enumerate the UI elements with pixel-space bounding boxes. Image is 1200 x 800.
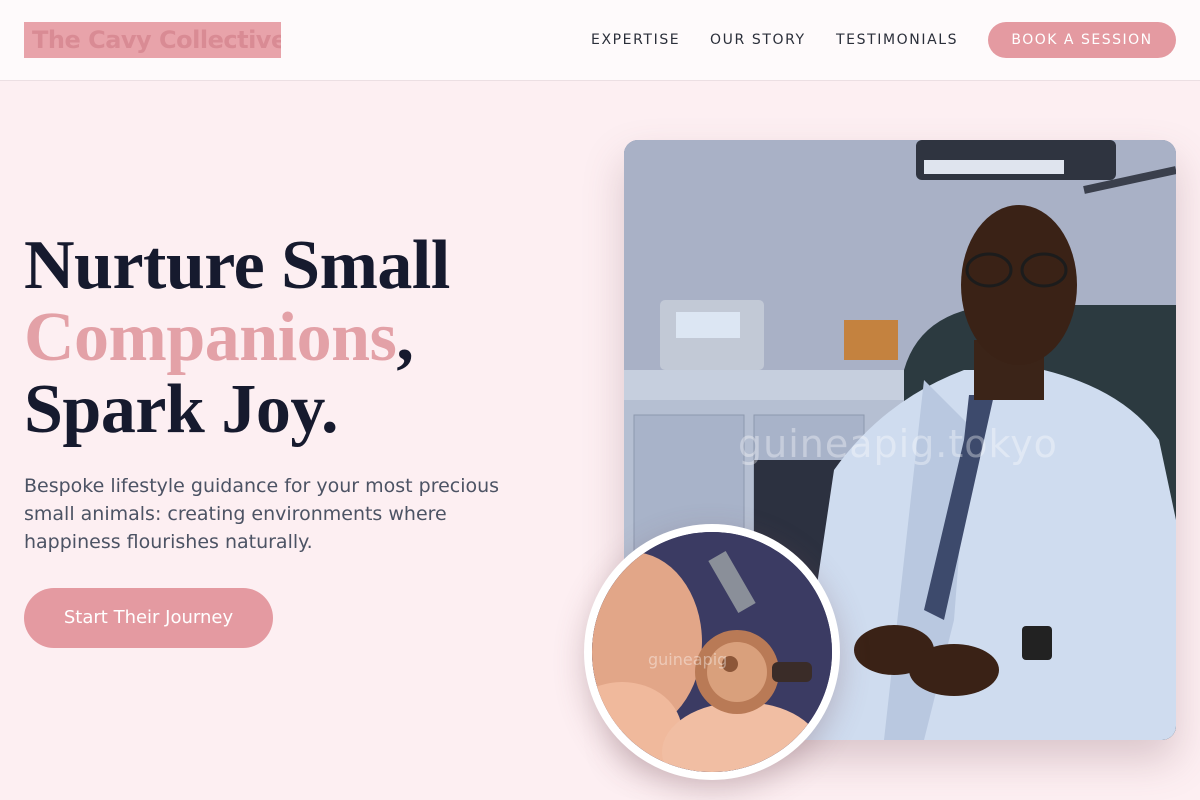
watch-inset-image: guineapig bbox=[592, 532, 832, 772]
nav-link-our-story[interactable]: OUR STORY bbox=[710, 31, 806, 49]
brand-logo[interactable]: The Cavy Collective bbox=[24, 22, 281, 58]
photo-watermark: guineapig.tokyo bbox=[738, 422, 1058, 466]
headline-comma: , bbox=[396, 299, 414, 376]
site-header: The Cavy Collective EXPERTISE OUR STORY … bbox=[0, 0, 1200, 81]
nav-link-testimonials[interactable]: TESTIMONIALS bbox=[836, 31, 958, 49]
headline-accent: Companions bbox=[24, 299, 397, 376]
book-session-button[interactable]: BOOK A SESSION bbox=[988, 22, 1176, 58]
watch-inset-photo: guineapig bbox=[584, 524, 840, 780]
start-journey-button[interactable]: Start Their Journey bbox=[24, 588, 273, 648]
nav-link-expertise[interactable]: EXPERTISE bbox=[591, 31, 680, 49]
headline-line-1: Nurture Small bbox=[24, 227, 450, 304]
headline-line-3: Spark Joy. bbox=[24, 371, 339, 448]
hero-subtext: Bespoke lifestyle guidance for your most… bbox=[24, 475, 500, 553]
inset-watermark: guineapig bbox=[648, 650, 728, 669]
hero-headline: Nurture Small Companions, Spark Joy. bbox=[24, 230, 584, 446]
